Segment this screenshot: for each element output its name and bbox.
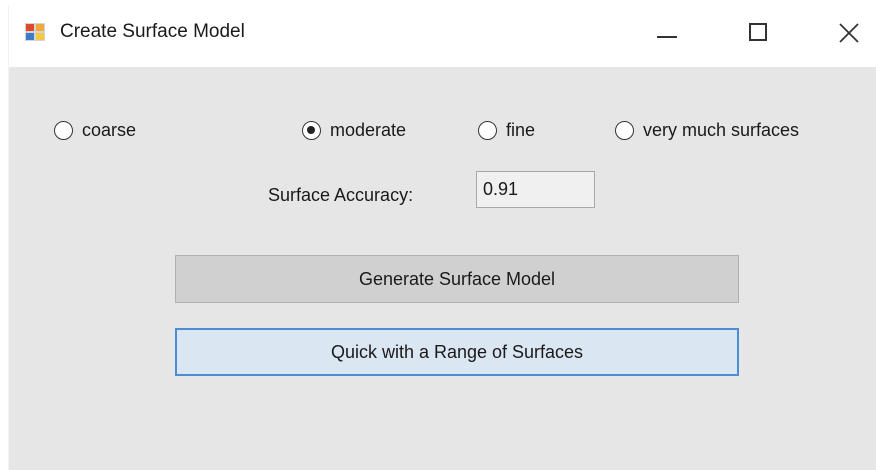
radio-button-unchecked-icon[interactable] [54,120,73,140]
maximize-button[interactable] [731,5,787,67]
surface-accuracy-label: Surface Accuracy: [268,185,414,205]
radio-very-much-surfaces[interactable]: very much surfaces [615,115,799,145]
minimize-icon [657,36,677,38]
radio-button-unchecked-icon[interactable] [615,120,634,140]
radio-coarse-label[interactable]: coarse [82,120,136,141]
radio-fine[interactable]: fine [478,115,535,145]
quick-range-of-surfaces-button[interactable]: Quick with a Range of Surfaces [175,328,739,376]
application-icon [25,23,45,41]
radio-very-much-surfaces-label[interactable]: very much surfaces [643,120,799,141]
radio-button-unchecked-icon[interactable] [478,120,497,140]
radio-fine-label[interactable]: fine [506,120,535,141]
title-bar[interactable]: Create Surface Model [9,5,876,67]
surface-accuracy-input[interactable] [476,171,595,208]
maximize-icon [749,23,767,41]
quick-range-of-surfaces-label: Quick with a Range of Surfaces [330,341,584,362]
generate-surface-model-label: Generate Surface Model [358,268,556,289]
radio-moderate-label[interactable]: moderate [330,120,406,141]
close-button[interactable] [821,5,876,67]
radio-coarse[interactable]: coarse [54,115,136,145]
window-title: Create Surface Model [60,21,245,42]
generate-surface-model-button[interactable]: Generate Surface Model [175,255,739,303]
close-icon [839,23,859,43]
radio-moderate[interactable]: moderate [302,115,406,145]
minimize-button[interactable] [639,5,695,67]
create-surface-model-window: Create Surface Model coarse moderate fin… [8,5,876,470]
radio-selected-dot [307,125,315,134]
radio-button-checked-icon[interactable] [302,120,321,140]
